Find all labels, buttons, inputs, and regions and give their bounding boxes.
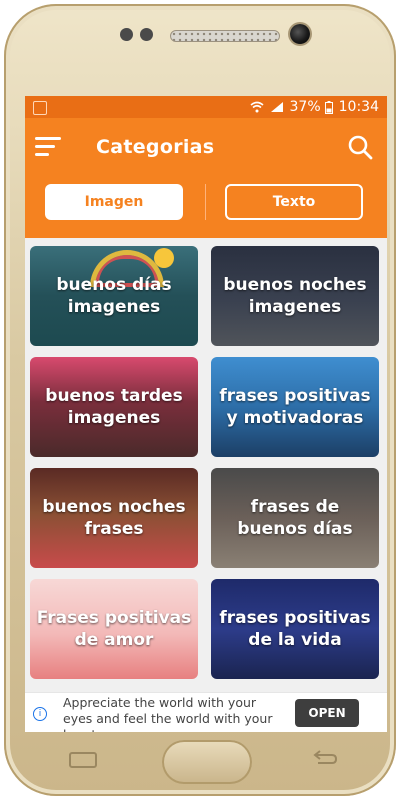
menu-icon[interactable] (35, 137, 61, 157)
category-card-buenos-noches-frases[interactable]: buenos noches frases (30, 468, 198, 568)
battery-icon (324, 100, 333, 114)
front-camera (290, 24, 310, 44)
category-label: frases de buenos días (237, 497, 353, 539)
category-grid: buenos días imagenes buenos noches image… (25, 246, 387, 686)
category-tabs: Imagen Texto (25, 176, 387, 238)
phone-frame: 37% 10:34 Categorias Imagen Texto buenos… (4, 4, 396, 796)
app-bar: Categorias (25, 118, 387, 176)
category-card-frases-positivas-motivadoras[interactable]: frases positivas y motivadoras (211, 357, 379, 457)
category-label: buenos tardes imagenes (45, 386, 183, 428)
category-label: buenos noches frases (42, 497, 186, 539)
recent-apps-key[interactable] (68, 746, 98, 776)
category-label: frases positivas de la vida (219, 608, 371, 650)
category-label: frases positivas y motivadoras (219, 386, 371, 428)
search-icon[interactable] (347, 134, 373, 160)
back-key[interactable] (310, 746, 338, 776)
category-card-frases-positivas-de-la-vida[interactable]: frases positivas de la vida (211, 579, 379, 679)
category-card-buenos-dias-imagenes[interactable]: buenos días imagenes (30, 246, 198, 346)
ad-open-button[interactable]: OPEN (295, 699, 359, 727)
category-label: Frases positivas de amor (36, 608, 192, 650)
earpiece-speaker (170, 30, 280, 42)
sun-decoration (154, 248, 174, 268)
clock-text: 10:34 (338, 99, 379, 115)
notification-icon (33, 101, 47, 115)
category-card-frases-positivas-de-amor[interactable]: Frases positivas de amor (30, 579, 198, 679)
status-bar: 37% 10:34 (25, 96, 387, 118)
ad-text: Appreciate the world with your eyes and … (63, 695, 273, 732)
info-icon[interactable]: i (33, 707, 47, 721)
page-title: Categorias (96, 136, 215, 158)
battery-text: 37% (289, 99, 321, 115)
light-sensor (140, 28, 153, 41)
category-label: buenos noches imagenes (223, 275, 367, 317)
category-label: buenos días imagenes (56, 275, 172, 317)
category-card-buenos-tardes-imagenes[interactable]: buenos tardes imagenes (30, 357, 198, 457)
wifi-icon (250, 101, 264, 113)
app-screen: 37% 10:34 Categorias Imagen Texto buenos… (25, 96, 387, 732)
tab-imagen[interactable]: Imagen (45, 184, 183, 220)
category-card-buenos-noches-imagenes[interactable]: buenos noches imagenes (211, 246, 379, 346)
tab-divider (205, 184, 206, 220)
tab-texto[interactable]: Texto (225, 184, 363, 220)
home-button[interactable] (162, 740, 252, 784)
ad-banner[interactable]: i Appreciate the world with your eyes an… (25, 692, 387, 732)
signal-icon (270, 102, 283, 112)
proximity-sensor (120, 28, 133, 41)
category-card-frases-de-buenos-dias[interactable]: frases de buenos días (211, 468, 379, 568)
